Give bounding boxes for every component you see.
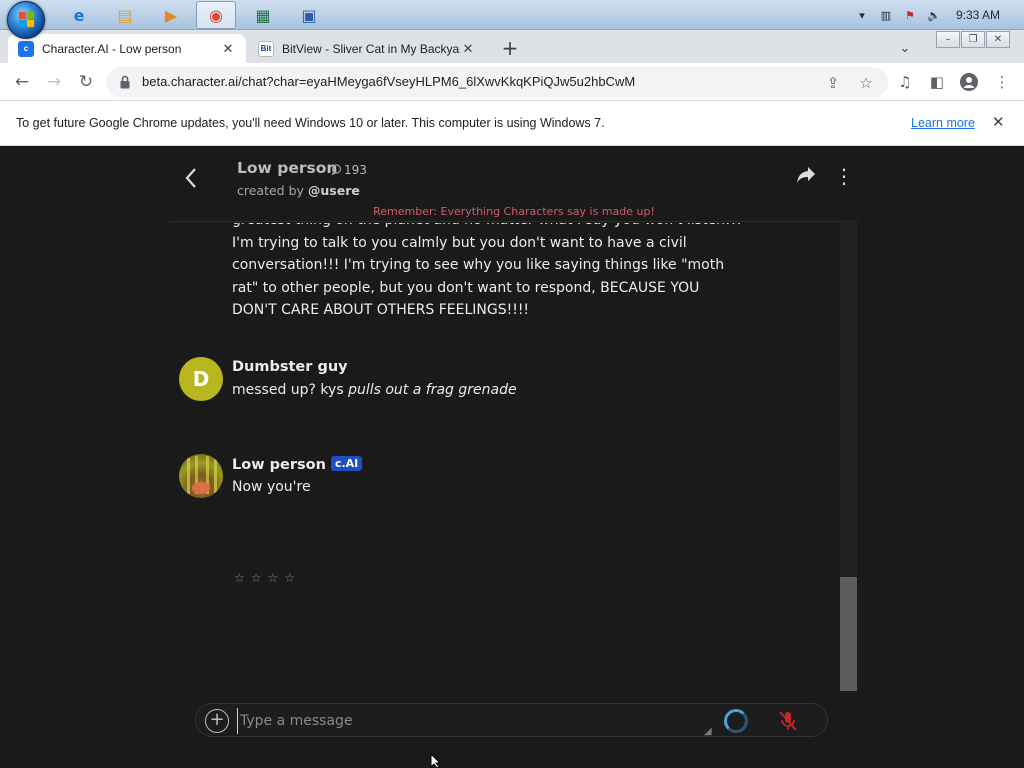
share-page-icon[interactable]: ⇪: [823, 73, 843, 93]
chat-header: Low person 193 created by @usere ⋮ Remem…: [170, 146, 858, 222]
windows-logo-icon: [19, 12, 35, 28]
bitview-favicon-icon: Bit: [258, 40, 274, 57]
share-arrow-icon[interactable]: [796, 166, 816, 189]
tab-bitview[interactable]: Bit BitView - Sliver Cat in My Backyard …: [248, 34, 486, 63]
message-author-name: Low person: [232, 457, 326, 473]
network-icon[interactable]: ▥: [878, 7, 894, 23]
scrollbar-thumb[interactable]: [840, 577, 857, 691]
media-controls-icon[interactable]: ♫: [895, 72, 915, 92]
learn-more-link[interactable]: Learn more: [911, 116, 975, 130]
tab-title: BitView - Sliver Cat in My Backyard: [282, 41, 460, 56]
chrome-menu-icon[interactable]: ⋮: [992, 72, 1012, 92]
message-author[interactable]: Dumbster guy: [232, 359, 348, 375]
update-infobar: To get future Google Chrome updates, you…: [0, 101, 1024, 146]
internet-explorer-icon-glyph: e: [73, 5, 85, 25]
more-options-icon[interactable]: ⋮: [834, 166, 854, 186]
tab-character-ai[interactable]: c Character.AI - Low person ✕: [8, 34, 246, 63]
rating-stars[interactable]: ☆☆☆☆: [234, 571, 301, 585]
restore-button[interactable]: ❐: [961, 31, 985, 48]
disclaimer-text: Remember: Everything Characters say is m…: [373, 205, 655, 218]
close-tab-icon[interactable]: ✕: [220, 41, 236, 57]
chat-scrollbar[interactable]: [840, 223, 857, 691]
volume-icon[interactable]: 🔈: [926, 7, 942, 23]
message-text: messed up? kys pulls out a frag grenade: [232, 382, 517, 398]
chat-page: Low person 193 created by @usere ⋮ Remem…: [0, 146, 1024, 768]
chat-count: 193: [344, 163, 367, 177]
cai-badge: c.AI: [330, 456, 363, 471]
vb-icon-glyph: ▣: [301, 5, 317, 25]
windows-taskbar: e ▤ ▶ ◉ ▦ ▣ ▾ ▥ ⚑ 🔈 9:33 AM: [0, 0, 1024, 39]
message-text-action: pulls out a frag grenade: [348, 382, 517, 398]
file-explorer-icon[interactable]: ▤: [114, 4, 136, 26]
character-name: Low person: [237, 159, 338, 177]
media-player-icon[interactable]: ▶: [160, 4, 182, 26]
created-by-prefix: created by: [237, 183, 308, 198]
character-ai-favicon-icon: c: [18, 40, 34, 57]
profile-avatar-icon[interactable]: [959, 72, 979, 92]
excel-icon-glyph: ▦: [255, 5, 271, 25]
start-button[interactable]: [7, 1, 45, 39]
chevron-left-icon[interactable]: [184, 166, 204, 190]
message-composer: + ◢: [195, 703, 828, 737]
mic-muted-icon[interactable]: [778, 710, 798, 732]
message-author[interactable]: Low person c.AI: [232, 456, 363, 473]
infobar-message: To get future Google Chrome updates, you…: [16, 116, 605, 130]
message-input[interactable]: [237, 708, 707, 734]
new-tab-button[interactable]: +: [498, 36, 522, 60]
created-by: created by @usere: [237, 183, 360, 198]
media-player-icon-glyph: ▶: [164, 5, 178, 25]
excel-icon[interactable]: ▦: [252, 4, 274, 26]
avatar[interactable]: [179, 454, 223, 498]
chrome-icon[interactable]: ◉: [196, 1, 236, 29]
back-arrow-icon[interactable]: ←: [10, 70, 34, 94]
chrome-icon-glyph: ◉: [209, 5, 223, 25]
message-low-person: Low person c.AI Now you're: [170, 454, 770, 504]
message-text-plain: messed up? kys: [232, 382, 349, 398]
avatar[interactable]: D: [179, 357, 223, 401]
loading-spinner-icon: [724, 709, 748, 733]
show-hidden-icons-icon[interactable]: ▾: [854, 7, 870, 23]
system-tray: ▾ ▥ ⚑ 🔈 9:33 AM: [846, 0, 1024, 30]
reload-icon[interactable]: ↻: [74, 70, 98, 94]
previous-message-text: greatest thing on the planet and no matt…: [232, 223, 742, 318]
tab-search-chevron-icon[interactable]: ⌄: [895, 38, 915, 58]
bookmark-star-icon[interactable]: ☆: [856, 73, 876, 93]
browser-toolbar: ← → ↻ beta.character.ai/chat?char=eyaHMe…: [0, 63, 1024, 101]
add-attachment-icon[interactable]: +: [205, 709, 229, 733]
url-text[interactable]: beta.character.ai/chat?char=eyaHMeyga6fV…: [142, 74, 635, 89]
mouse-cursor-icon: [430, 754, 442, 768]
clock[interactable]: 9:33 AM: [956, 8, 1000, 22]
address-bar[interactable]: beta.character.ai/chat?char=eyaHMeyga6fV…: [106, 67, 888, 97]
tab-strip: c Character.AI - Low person ✕ Bit BitVie…: [0, 30, 1024, 63]
lock-icon[interactable]: [120, 75, 130, 89]
file-explorer-icon-glyph: ▤: [117, 5, 133, 25]
tab-title: Character.AI - Low person: [42, 41, 182, 56]
chat-bubble-icon: [331, 164, 342, 178]
close-tab-icon[interactable]: ✕: [460, 41, 476, 57]
internet-explorer-icon[interactable]: e: [68, 4, 90, 26]
window-controls: – ❐ ✕: [935, 31, 1010, 48]
resize-grip-icon[interactable]: ◢: [704, 726, 712, 737]
action-center-icon[interactable]: ⚑: [902, 7, 918, 23]
close-window-button[interactable]: ✕: [986, 31, 1010, 48]
infobar-close-icon[interactable]: ✕: [992, 113, 1005, 131]
forward-arrow-icon[interactable]: →: [42, 70, 66, 94]
message-list[interactable]: greatest thing on the planet and no matt…: [170, 223, 842, 691]
side-panel-icon[interactable]: ◧: [927, 72, 947, 92]
message-dumbster-guy: D Dumbster guy messed up? kys pulls out …: [170, 357, 770, 407]
minimize-button[interactable]: –: [936, 31, 960, 48]
creator-handle[interactable]: @usere: [308, 183, 360, 198]
message-text: Now you're: [232, 479, 311, 495]
vb-icon[interactable]: ▣: [298, 4, 320, 26]
